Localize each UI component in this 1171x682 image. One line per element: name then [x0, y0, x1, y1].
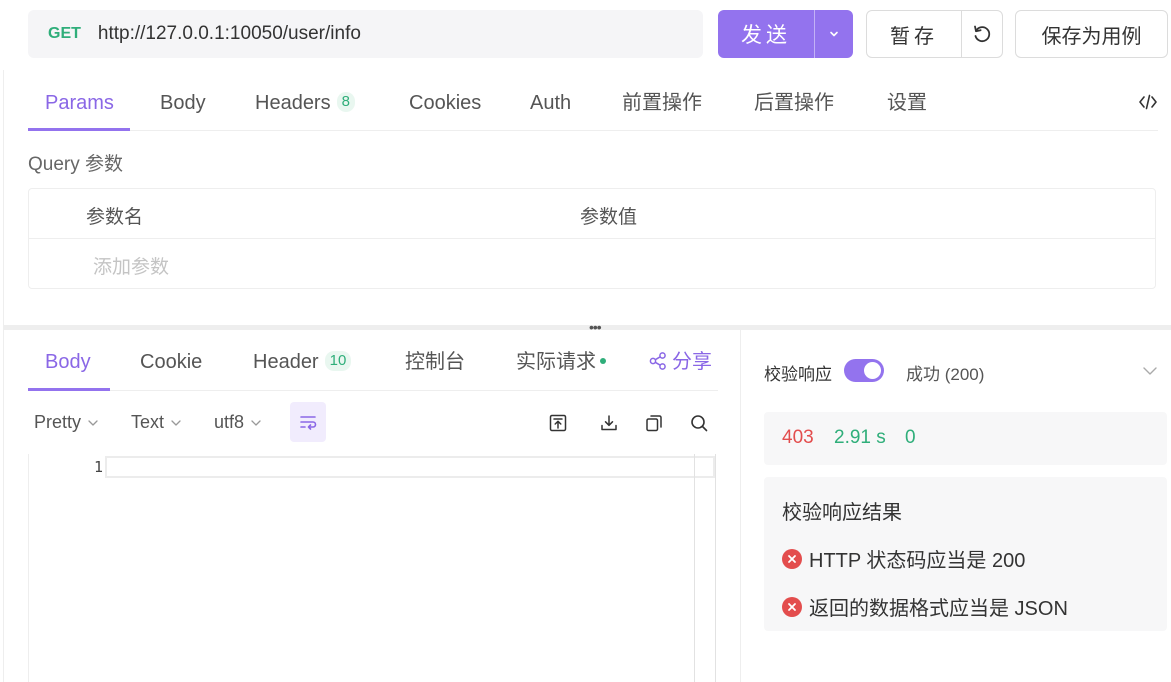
- current-line-highlight: [105, 456, 715, 478]
- tab-pre-actions[interactable]: 前置操作: [622, 75, 702, 131]
- response-header-count-badge: 10: [324, 350, 352, 371]
- error-icon: [782, 596, 802, 617]
- validation-error-item: 返回的数据格式应当是 JSON: [782, 592, 1068, 621]
- content-type-select[interactable]: Text: [131, 412, 183, 433]
- chevron-down-icon[interactable]: [1141, 362, 1159, 380]
- panel-splitter[interactable]: [3, 325, 1171, 330]
- tab-auth[interactable]: Auth: [530, 75, 571, 131]
- format-select[interactable]: Pretty: [34, 412, 100, 433]
- download-button[interactable]: [597, 411, 621, 435]
- validation-error-text: HTTP 状态码应当是 200: [809, 550, 1026, 572]
- encoding-value: utf8: [214, 412, 245, 432]
- param-name-header: 参数名: [86, 207, 144, 228]
- method-select[interactable]: GET: [48, 25, 81, 43]
- stash-button[interactable]: 暂存: [867, 20, 961, 49]
- search-icon: [691, 415, 708, 432]
- wrap-lines-icon: [300, 416, 317, 430]
- stash-group: 暂存: [866, 10, 1003, 58]
- validation-error-item: HTTP 状态码应当是 200: [782, 544, 1025, 573]
- tab-params[interactable]: Params: [45, 75, 114, 131]
- chevron-down-icon: [251, 419, 261, 426]
- tab-headers-label: Headers: [255, 92, 331, 114]
- tab-body[interactable]: Body: [160, 75, 206, 131]
- tab-settings[interactable]: 设置: [887, 75, 927, 131]
- response-size: 0: [905, 427, 916, 448]
- code-icon: [1139, 94, 1157, 110]
- validate-status-select[interactable]: 成功 (200): [906, 360, 984, 385]
- panel-border: [3, 70, 4, 682]
- validation-error-text: 返回的数据格式应当是 JSON: [809, 598, 1068, 620]
- tab-cookies[interactable]: Cookies: [409, 75, 481, 131]
- chevron-down-icon: [88, 419, 98, 426]
- response-time: 2.91 s: [834, 427, 886, 448]
- top-button[interactable]: [546, 411, 570, 435]
- toggle-knob: [864, 362, 881, 379]
- query-param-table: 参数名 参数值 添加参数: [28, 188, 1156, 289]
- scroll-top-icon: [549, 414, 567, 432]
- copy-button[interactable]: [642, 411, 666, 435]
- send-label: 发送: [741, 24, 791, 47]
- line-number: 1: [93, 458, 103, 476]
- active-response-tab-indicator: [28, 388, 110, 391]
- chevron-down-icon: [830, 31, 838, 37]
- add-param-input[interactable]: 添加参数: [93, 252, 169, 279]
- response-stats: 403 2.91 s 0: [764, 412, 1167, 465]
- refresh-icon: [974, 25, 991, 43]
- drag-handle-icon[interactable]: •••: [589, 320, 602, 334]
- validate-toggle[interactable]: [844, 359, 884, 382]
- chevron-down-icon: [171, 419, 181, 426]
- line-gutter: 1: [29, 454, 103, 682]
- validate-response-row: 校验响应 成功 (200): [764, 354, 1159, 388]
- status-dot: [600, 357, 606, 364]
- error-icon: [782, 548, 802, 569]
- request-tabs: Params Body Headers 8 Cookies Auth 前置操作 后…: [28, 75, 1158, 131]
- share-icon: [649, 351, 666, 370]
- download-icon: [601, 415, 617, 431]
- headers-count-badge: 8: [336, 91, 355, 112]
- encoding-select[interactable]: utf8: [214, 412, 263, 433]
- tab-response-cookie[interactable]: Cookie: [140, 334, 202, 391]
- content-type-value: Text: [131, 412, 165, 432]
- response-body-editor[interactable]: 1: [28, 454, 716, 682]
- panel-divider: [740, 330, 741, 682]
- param-table-header: 参数名 参数值: [29, 189, 1155, 239]
- validation-result: 校验响应结果 HTTP 状态码应当是 200 返回的数据格式应当是 JSON: [764, 477, 1167, 631]
- share-label: 分享: [672, 351, 712, 373]
- tab-response-header-label: Header: [253, 351, 319, 373]
- send-dropdown[interactable]: [815, 28, 853, 40]
- validation-result-title: 校验响应结果: [782, 502, 902, 524]
- tab-actual-request[interactable]: 实际请求: [516, 334, 606, 391]
- active-tab-indicator: [28, 128, 130, 131]
- copy-icon: [646, 415, 662, 432]
- format-value: Pretty: [34, 412, 82, 432]
- url-input[interactable]: GET http://127.0.0.1:10050/user/info: [28, 10, 703, 58]
- tab-response-header[interactable]: Header 10: [253, 334, 352, 391]
- validate-label: 校验响应: [764, 365, 832, 384]
- query-title: Query 参数: [28, 154, 124, 175]
- search-button[interactable]: [687, 411, 711, 435]
- share-button[interactable]: 分享: [648, 334, 712, 391]
- tab-headers[interactable]: Headers 8: [255, 75, 355, 131]
- response-toolbar: Pretty Text utf8: [28, 402, 718, 444]
- history-button[interactable]: [962, 23, 1002, 45]
- tab-post-actions[interactable]: 后置操作: [754, 75, 834, 131]
- tab-actual-request-label: 实际请求: [516, 351, 596, 373]
- request-bar: GET http://127.0.0.1:10050/user/info 发送 …: [28, 10, 1171, 58]
- wrap-toggle-button[interactable]: [290, 402, 326, 442]
- status-code: 403: [782, 427, 814, 448]
- param-value-header: 参数值: [580, 207, 638, 228]
- save-as-case-button[interactable]: 保存为用例: [1015, 10, 1168, 58]
- response-tabs: Body Cookie Header 10 控制台 实际请求 分享: [28, 334, 718, 391]
- tab-response-body[interactable]: Body: [45, 334, 91, 391]
- send-button[interactable]: 发送: [718, 10, 853, 58]
- url-text[interactable]: http://127.0.0.1:10050/user/info: [98, 23, 361, 45]
- editor-scrollbar[interactable]: [694, 454, 695, 682]
- tab-console[interactable]: 控制台: [405, 334, 465, 391]
- code-button[interactable]: [1138, 92, 1158, 117]
